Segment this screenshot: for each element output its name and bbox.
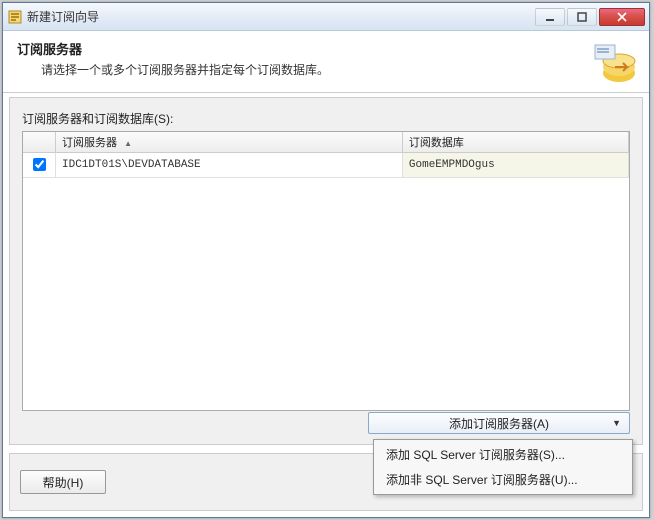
- close-button[interactable]: [599, 8, 645, 26]
- col-checkbox-header[interactable]: [23, 132, 56, 153]
- header-subtitle: 请选择一个或多个订阅服务器并指定每个订阅数据库。: [41, 61, 635, 78]
- row-server-cell[interactable]: IDC1DT01S\DEVDATABASE: [56, 153, 403, 178]
- maximize-button[interactable]: [567, 8, 597, 26]
- row-database-cell[interactable]: GomeEMPMDOgus: [402, 153, 628, 178]
- row-checkbox-cell[interactable]: [23, 153, 56, 178]
- chevron-down-icon: ▼: [612, 418, 621, 428]
- add-subscriber-button[interactable]: 添加订阅服务器(A) ▼: [368, 412, 630, 434]
- help-button[interactable]: 帮助(H): [20, 470, 106, 494]
- add-subscriber-menu: 添加 SQL Server 订阅服务器(S)... 添加非 SQL Server…: [373, 439, 633, 495]
- subscribers-grid[interactable]: 订阅服务器 ▲ 订阅数据库 IDC1DT01S\DEVDATABASE: [22, 131, 630, 411]
- app-icon: [7, 9, 23, 25]
- wizard-window: 新建订阅向导 订阅服务器 请选择一个或多个订阅服务器并指定每个订阅数据库。: [2, 2, 650, 518]
- grid-label: 订阅服务器和订阅数据库(S):: [22, 110, 630, 127]
- menu-item-add-sql[interactable]: 添加 SQL Server 订阅服务器(S)...: [376, 442, 630, 467]
- col-database-header[interactable]: 订阅数据库: [402, 132, 628, 153]
- menu-item-add-nonsql[interactable]: 添加非 SQL Server 订阅服务器(U)...: [376, 467, 630, 492]
- window-title: 新建订阅向导: [27, 8, 533, 25]
- row-checkbox[interactable]: [33, 158, 46, 171]
- col-database-label: 订阅数据库: [409, 137, 464, 149]
- wizard-header: 订阅服务器 请选择一个或多个订阅服务器并指定每个订阅数据库。: [3, 31, 649, 93]
- wizard-body: 订阅服务器和订阅数据库(S): 订阅服务器 ▲ 订阅数据库: [9, 97, 643, 445]
- col-server-label: 订阅服务器: [62, 137, 117, 149]
- header-title: 订阅服务器: [17, 39, 635, 58]
- sort-asc-icon: ▲: [124, 139, 132, 148]
- add-subscriber-label: 添加订阅服务器(A): [449, 415, 549, 432]
- table-row[interactable]: IDC1DT01S\DEVDATABASE GomeEMPMDOgus: [23, 153, 629, 178]
- col-server-header[interactable]: 订阅服务器 ▲: [56, 132, 403, 153]
- minimize-button[interactable]: [535, 8, 565, 26]
- titlebar[interactable]: 新建订阅向导: [3, 3, 649, 31]
- wizard-hero-icon: [589, 37, 639, 87]
